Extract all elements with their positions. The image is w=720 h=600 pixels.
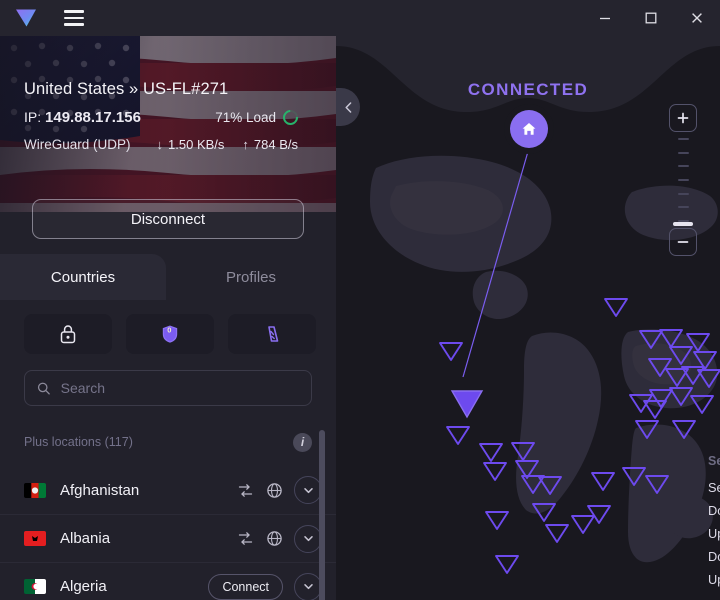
lock-icon (58, 323, 78, 345)
server-load: 71% Load (215, 110, 320, 125)
scrollbar-thumb[interactable] (319, 430, 325, 600)
country-list-scrollbar[interactable] (318, 430, 326, 600)
map-zoom-in-button[interactable] (669, 104, 697, 132)
chevron-left-icon (343, 101, 354, 114)
traffic-row: Down Speed: ↓ 1.50 KB/s (708, 545, 720, 568)
plus-locations-row: Plus locations (117) i (24, 430, 312, 454)
row-actions (236, 476, 322, 504)
zoom-tick (678, 179, 689, 181)
minimize-button[interactable] (582, 0, 628, 36)
table-row[interactable]: Algeria Connect (0, 562, 336, 600)
connection-line (463, 148, 529, 377)
shield-icon: 0 (159, 323, 181, 345)
country-name: Albania (60, 530, 110, 547)
map-zoom-out-button[interactable] (669, 228, 697, 256)
speed-indicators: ↓ 1.50 KB/s ↑ 784 B/s (157, 137, 320, 152)
flag-icon (24, 531, 46, 546)
map-zoom-slider[interactable] (669, 132, 697, 228)
info-icon[interactable]: i (293, 433, 312, 452)
protonvpn-window: United States » US-FL#271 IP: 149.88.17.… (0, 0, 720, 600)
connection-info: United States » US-FL#271 IP: 149.88.17.… (24, 80, 320, 152)
app-logo (0, 0, 52, 36)
connected-server-name: United States » US-FL#271 (24, 80, 320, 99)
connect-button[interactable]: Connect (208, 574, 283, 600)
maximize-button[interactable] (628, 0, 674, 36)
title-bar (0, 0, 720, 36)
zoom-tick (678, 193, 689, 195)
traffic-row: Up Speed: ↑ 784 B/s (708, 568, 720, 591)
traffic-row: Up Volume: 153 KB (708, 522, 720, 545)
download-arrow-icon: ↓ (157, 137, 164, 152)
table-row[interactable]: Afghanistan (0, 466, 336, 514)
plus-locations-label: Plus locations (117) (24, 435, 133, 449)
p2p-icon (261, 323, 283, 345)
upload-speed-value: 784 B/s (254, 137, 298, 152)
zoom-slider-handle[interactable] (673, 222, 693, 226)
protocol-and-speed-row: WireGuard (UDP) ↓ 1.50 KB/s ↑ 784 B/s (24, 137, 320, 152)
server-load-label: 71% Load (215, 110, 276, 125)
world-map[interactable]: CONNECTED (336, 36, 720, 600)
download-speed: ↓ 1.50 KB/s (157, 137, 225, 152)
zoom-tick (678, 138, 689, 140)
traffic-label: Down Speed: (708, 549, 720, 564)
zoom-tick (678, 152, 689, 154)
traffic-row: Down Volume: 1.35 MB (708, 499, 720, 522)
load-gauge-icon (280, 107, 301, 128)
zoom-tick (678, 206, 689, 208)
upload-arrow-icon: ↑ (242, 137, 249, 152)
tab-profiles[interactable]: Profiles (166, 254, 336, 300)
country-name: Afghanistan (60, 482, 139, 499)
disconnect-button[interactable]: Disconnect (32, 199, 304, 239)
ip-label: IP: (24, 109, 41, 125)
home-marker[interactable] (510, 110, 548, 148)
connection-header: United States » US-FL#271 IP: 149.88.17.… (0, 36, 336, 212)
traffic-label: Up Speed: (708, 572, 720, 587)
sidebar: United States » US-FL#271 IP: 149.88.17.… (0, 36, 336, 600)
tab-countries[interactable]: Countries (0, 254, 166, 300)
flag-icon (24, 483, 46, 498)
flag-icon (24, 579, 46, 594)
connection-status-label: CONNECTED (336, 80, 720, 100)
traffic-row: Session: 31s (708, 476, 720, 499)
session-traffic-title: Session Traffic (708, 454, 720, 468)
traffic-label: Session: (708, 480, 720, 495)
search-icon (37, 381, 51, 396)
minus-icon (676, 235, 690, 249)
row-actions (236, 525, 322, 553)
netshield-badge-count: 0 (167, 325, 171, 334)
traffic-label: Down Volume: (708, 503, 720, 518)
session-traffic-panel: Session Traffic Session: 31s Down Volume… (708, 454, 720, 591)
ip-address: IP: 149.88.17.156 (24, 109, 141, 126)
globe-icon[interactable] (265, 481, 283, 499)
map-zoom-control (669, 104, 697, 256)
row-actions: Connect (208, 573, 322, 600)
p2p-button[interactable] (228, 314, 316, 354)
search-input[interactable] (61, 380, 299, 396)
upload-speed: ↑ 784 B/s (242, 137, 298, 152)
hamburger-menu-icon[interactable] (52, 0, 96, 36)
download-speed-value: 1.50 KB/s (168, 137, 224, 152)
feature-buttons: 0 (24, 314, 316, 354)
protonvpn-logo-icon (15, 8, 37, 28)
country-name: Algeria (60, 578, 107, 595)
secure-core-button[interactable] (24, 314, 112, 354)
connected-server-marker (452, 391, 482, 417)
shuffle-icon[interactable] (236, 481, 254, 499)
sidebar-tabs: Countries Profiles (0, 254, 336, 300)
traffic-label: Up Volume: (708, 526, 720, 541)
ip-and-load-row: IP: 149.88.17.156 71% Load (24, 109, 320, 126)
country-list: Afghanistan Albania (0, 466, 336, 600)
netshield-button[interactable]: 0 (126, 314, 214, 354)
protocol-label: WireGuard (UDP) (24, 137, 131, 152)
ip-value: 149.88.17.156 (45, 109, 141, 126)
plus-icon (676, 111, 690, 125)
close-button[interactable] (674, 0, 720, 36)
home-icon (520, 120, 538, 138)
globe-icon[interactable] (265, 530, 283, 548)
zoom-tick (678, 165, 689, 167)
table-row[interactable]: Albania (0, 514, 336, 562)
shuffle-icon[interactable] (236, 530, 254, 548)
search-box[interactable] (24, 370, 312, 406)
